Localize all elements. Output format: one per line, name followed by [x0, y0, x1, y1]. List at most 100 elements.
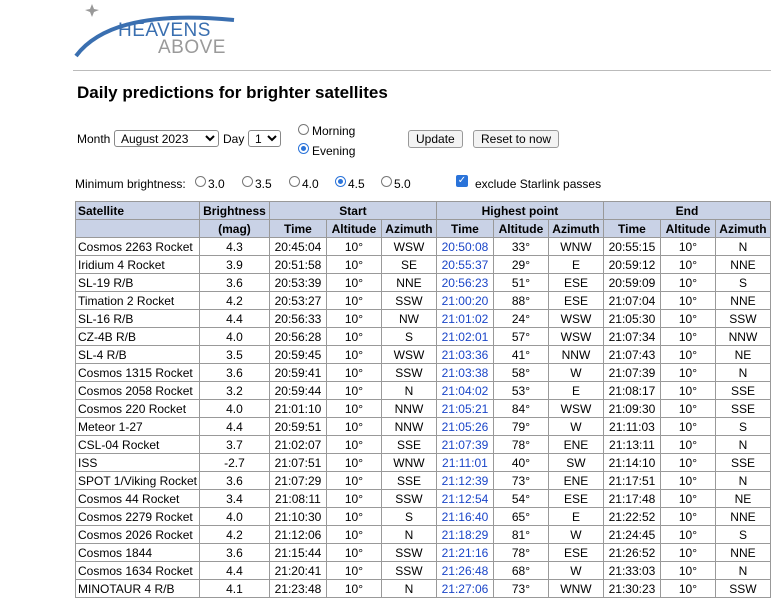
- table-cell: 78°: [492, 543, 549, 562]
- table-cell: 54°: [492, 489, 549, 508]
- table-cell: 20:45:04: [268, 237, 327, 256]
- brightness-option-label: 3.0: [208, 177, 225, 191]
- evening-radio[interactable]: [298, 143, 309, 154]
- divider: [73, 70, 771, 71]
- highest-time-link[interactable]: 21:03:38: [435, 363, 494, 382]
- table-row: Cosmos 1315 Rocket 3.6 20:59:41 10° SSW 21:03…: [75, 363, 771, 382]
- highest-time-link[interactable]: 21:16:40: [435, 507, 494, 526]
- table-cell: SSE: [380, 471, 437, 490]
- table-row: ISS -2.7 21:07:51 10° WNW 21:11:01 40° SW 21:14:…: [75, 453, 771, 472]
- table-cell: 4.0: [198, 327, 270, 346]
- brightness-option-label: 5.0: [394, 177, 411, 191]
- satellite-name-cell: SL-19 R/B: [75, 273, 200, 292]
- table-cell: E: [547, 255, 604, 274]
- table-cell: 21:07:39: [602, 363, 661, 382]
- satellite-name-cell: MINOTAUR 4 R/B: [75, 579, 200, 598]
- table-cell: WNW: [547, 579, 604, 598]
- table-cell: SSW: [380, 291, 437, 310]
- highest-time-link[interactable]: 21:12:39: [435, 471, 494, 490]
- table-cell: NNW: [380, 399, 437, 418]
- highest-time-link[interactable]: 21:18:29: [435, 525, 494, 544]
- header-start: Start: [268, 201, 437, 220]
- highest-time-link[interactable]: 21:02:01: [435, 327, 494, 346]
- table-cell: NNE: [714, 255, 771, 274]
- table-cell: WSW: [380, 237, 437, 256]
- morning-radio[interactable]: [298, 124, 309, 135]
- table-row: SPOT 1/Viking Rocket 3.6 21:07:29 10° SSE 21:…: [75, 471, 771, 490]
- table-cell: WNW: [547, 237, 604, 256]
- header-altitude: Altitude: [325, 219, 382, 238]
- highest-time-link[interactable]: 21:07:39: [435, 435, 494, 454]
- brightness-radio-3.0[interactable]: [195, 176, 206, 187]
- highest-time-link[interactable]: 21:21:16: [435, 543, 494, 562]
- month-select[interactable]: August 2023: [114, 130, 219, 147]
- table-cell: 79°: [492, 417, 549, 436]
- table-cell: ENE: [547, 435, 604, 454]
- table-cell: 21:11:03: [602, 417, 661, 436]
- brightness-radio-4.0[interactable]: [289, 176, 300, 187]
- table-cell: 68°: [492, 561, 549, 580]
- highest-time-link[interactable]: 21:05:21: [435, 399, 494, 418]
- table-cell: 10°: [659, 345, 716, 364]
- table-cell: 73°: [492, 579, 549, 598]
- exclude-starlink-checkbox[interactable]: ✓: [456, 175, 468, 187]
- table-cell: 21:23:48: [268, 579, 327, 598]
- brightness-radio-3.5[interactable]: [242, 176, 253, 187]
- brightness-radio-4.5[interactable]: [335, 176, 346, 187]
- table-cell: 10°: [659, 471, 716, 490]
- brightness-radio-5.0[interactable]: [381, 176, 392, 187]
- header-end: End: [602, 201, 771, 220]
- header-time: Time: [268, 219, 327, 238]
- highest-time-link[interactable]: 21:05:26: [435, 417, 494, 436]
- header-blank: [75, 219, 200, 238]
- highest-time-link[interactable]: 20:50:08: [435, 237, 494, 256]
- evening-label: Evening: [312, 144, 356, 158]
- table-cell: 21:09:30: [602, 399, 661, 418]
- table-cell: 21:13:11: [602, 435, 661, 454]
- table-cell: 4.4: [198, 309, 270, 328]
- update-button[interactable]: Update: [408, 130, 463, 148]
- highest-time-link[interactable]: 21:27:06: [435, 579, 494, 598]
- highest-time-link[interactable]: 21:12:54: [435, 489, 494, 508]
- table-cell: 10°: [325, 309, 382, 328]
- satellite-name-cell: Cosmos 220 Rocket: [75, 399, 200, 418]
- table-cell: 21:07:34: [602, 327, 661, 346]
- table-cell: 3.2: [198, 381, 270, 400]
- satellite-name-cell: Iridium 4 Rocket: [75, 255, 200, 274]
- table-cell: 4.1: [198, 579, 270, 598]
- header-altitude: Altitude: [659, 219, 716, 238]
- table-cell: 21:14:10: [602, 453, 661, 472]
- highest-time-link[interactable]: 21:11:01: [435, 453, 494, 472]
- highest-time-link[interactable]: 20:55:37: [435, 255, 494, 274]
- table-cell: ENE: [547, 471, 604, 490]
- table-cell: SSW: [380, 561, 437, 580]
- day-select[interactable]: 1: [248, 130, 281, 147]
- table-cell: N: [714, 237, 771, 256]
- table-cell: SE: [380, 255, 437, 274]
- table-row: SL-4 R/B 3.5 20:59:45 10° WSW 21:03:36 41° NNW 2…: [75, 345, 771, 364]
- table-cell: 20:59:44: [268, 381, 327, 400]
- table-cell: 20:53:39: [268, 273, 327, 292]
- table-cell: ESE: [547, 273, 604, 292]
- table-cell: N: [380, 579, 437, 598]
- table-cell: 10°: [659, 309, 716, 328]
- table-cell: 41°: [492, 345, 549, 364]
- reset-now-button[interactable]: Reset to now: [473, 130, 560, 148]
- highest-time-link[interactable]: 21:26:48: [435, 561, 494, 580]
- table-cell: N: [714, 561, 771, 580]
- highest-time-link[interactable]: 21:00:20: [435, 291, 494, 310]
- highest-time-link[interactable]: 21:03:36: [435, 345, 494, 364]
- table-cell: WSW: [547, 309, 604, 328]
- table-cell: 58°: [492, 363, 549, 382]
- highest-time-link[interactable]: 21:04:02: [435, 381, 494, 400]
- satellite-name-cell: SPOT 1/Viking Rocket: [75, 471, 200, 490]
- heavens-above-logo[interactable]: HEAVENS ABOVE: [72, 0, 242, 58]
- table-cell: 21:02:07: [268, 435, 327, 454]
- highest-time-link[interactable]: 21:01:02: [435, 309, 494, 328]
- table-cell: 4.2: [198, 525, 270, 544]
- table-cell: WSW: [547, 327, 604, 346]
- table-row: Cosmos 220 Rocket 4.0 21:01:10 10° NNW 21:05:…: [75, 399, 771, 418]
- table-cell: 10°: [325, 561, 382, 580]
- table-row: Cosmos 2058 Rocket 3.2 20:59:44 10° N 21:04:0…: [75, 381, 771, 400]
- highest-time-link[interactable]: 20:56:23: [435, 273, 494, 292]
